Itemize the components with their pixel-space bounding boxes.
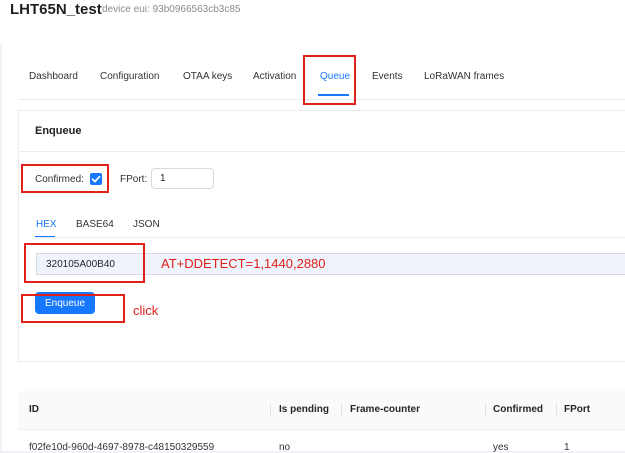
enqueue-card-title: Enqueue <box>35 125 82 137</box>
column-separator <box>270 403 271 417</box>
cell-is-pending: no <box>279 442 291 453</box>
column-header-id: ID <box>29 404 39 415</box>
tab-configuration[interactable]: Configuration <box>100 71 159 82</box>
tab-events[interactable]: Events <box>372 71 403 82</box>
column-separator <box>556 403 557 417</box>
column-header-is-pending: Is pending <box>279 404 329 415</box>
column-separator <box>341 403 342 417</box>
card-header-divider <box>19 151 625 152</box>
column-header-frame-counter: Frame-counter <box>350 404 421 415</box>
highlight-enqueue-button <box>21 294 125 323</box>
payload-tab-hex[interactable]: HEX <box>36 219 57 230</box>
cell-id: f02fe10d-960d-4697-8978-c48150329559 <box>29 442 215 453</box>
highlight-queue-tab <box>303 55 356 105</box>
column-separator <box>485 403 486 417</box>
device-title: LHT65N_test <box>10 1 102 18</box>
enqueue-card <box>18 110 625 362</box>
payload-tabs-divider <box>35 237 625 238</box>
cell-fport: 1 <box>564 442 570 453</box>
tab-otaa-keys[interactable]: OTAA keys <box>183 71 232 82</box>
tab-dashboard[interactable]: Dashboard <box>29 71 78 82</box>
highlight-payload <box>24 243 145 283</box>
device-eui: device eui: 93b0966563cb3c85 <box>102 4 241 15</box>
click-annotation: click <box>133 303 159 318</box>
fport-input[interactable] <box>151 168 214 189</box>
highlight-confirmed <box>21 164 109 193</box>
payload-tab-base64[interactable]: BASE64 <box>76 219 114 230</box>
column-header-fport: FPort <box>564 404 591 415</box>
command-annotation: AT+DDETECT=1,1440,2880 <box>161 256 326 271</box>
tab-activation[interactable]: Activation <box>253 71 296 82</box>
column-header-confirmed: Confirmed <box>493 404 543 415</box>
payload-tab-json[interactable]: JSON <box>133 219 160 230</box>
cell-confirmed: yes <box>493 442 509 453</box>
tab-lorawan-frames[interactable]: LoRaWAN frames <box>424 71 504 82</box>
fport-label: FPort: <box>120 174 148 185</box>
